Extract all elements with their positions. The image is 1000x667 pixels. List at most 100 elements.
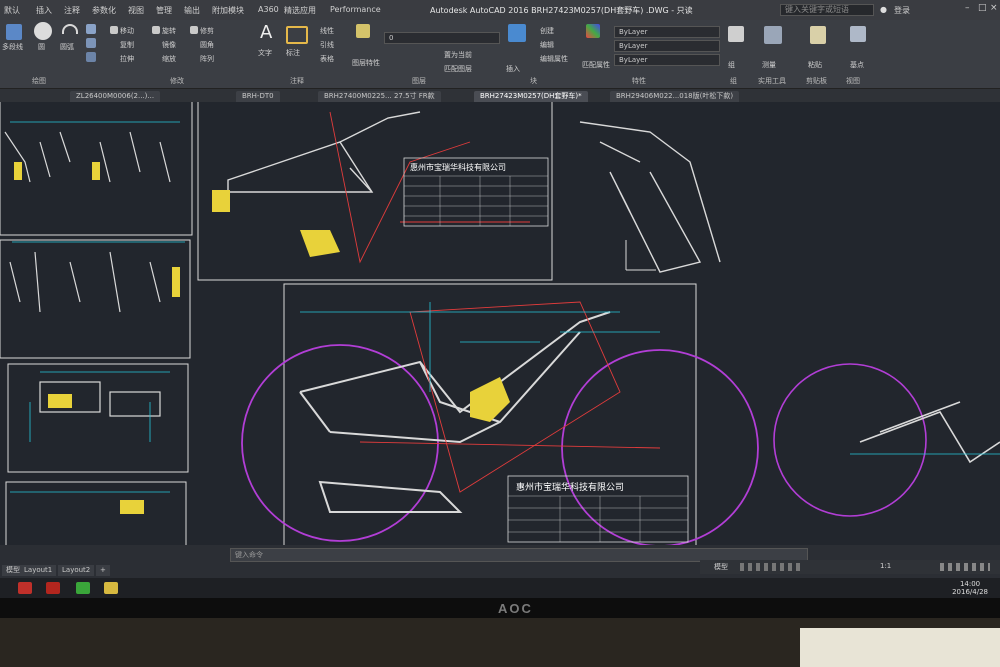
circle-icon[interactable]: [34, 22, 52, 40]
group-icon[interactable]: [728, 26, 744, 42]
clock-date: 2016/4/28: [952, 588, 988, 596]
group-draw: 绘图: [32, 77, 46, 85]
dimension-icon[interactable]: [286, 26, 308, 44]
status-model[interactable]: 模型: [714, 562, 728, 572]
layer-properties-icon[interactable]: [356, 24, 370, 38]
tab-layout1[interactable]: Layout1: [20, 565, 57, 576]
status-scale[interactable]: 1:1: [880, 562, 891, 570]
menu-addins[interactable]: 附加模块: [212, 5, 244, 16]
right-wheel-circle: [773, 363, 927, 517]
fillet-button[interactable]: 圆角: [200, 40, 214, 50]
menu-view[interactable]: 视图: [128, 5, 144, 16]
linetype-dropdown[interactable]: ByLayer: [614, 40, 720, 52]
match-layer-button[interactable]: 匹配图层: [444, 64, 472, 74]
lineweight-dropdown[interactable]: ByLayer: [614, 54, 720, 66]
main-red-lines: [359, 301, 661, 493]
edit-block-button[interactable]: 编辑: [540, 40, 554, 50]
text-icon[interactable]: A: [260, 22, 272, 43]
menu-a360[interactable]: A360: [258, 5, 279, 14]
doc-tab-2[interactable]: BRH-DT0: [236, 91, 280, 102]
copy-button[interactable]: 复制: [120, 40, 134, 50]
linear-button[interactable]: 线性: [320, 26, 334, 36]
document-tabs: ZL26400M0006(2...)... BRH-DT0 BRH27400M0…: [0, 89, 1000, 102]
menu-insert[interactable]: 插入: [36, 5, 52, 16]
status-tools-icon[interactable]: [940, 563, 990, 571]
layer-properties-label: 图层特性: [352, 59, 380, 67]
status-toggles-icon[interactable]: [740, 563, 800, 571]
login-link[interactable]: 登录: [894, 5, 910, 16]
title-block-top-grid: [404, 175, 548, 226]
sheet-frame-left-bottom: [7, 363, 189, 473]
clock-time: 14:00: [959, 580, 981, 588]
left-yellow-parts: [14, 162, 180, 514]
main-frame-drawing: [299, 311, 611, 513]
menu-manage[interactable]: 管理: [156, 5, 172, 16]
add-layout-icon[interactable]: +: [96, 565, 110, 576]
measure-icon[interactable]: [764, 26, 782, 44]
doc-tab-1[interactable]: ZL26400M0006(2...)...: [70, 91, 161, 102]
menu-featured[interactable]: 精选应用: [284, 5, 316, 16]
taskbar-autocad-icon[interactable]: [46, 582, 60, 594]
hatch-icon[interactable]: [86, 38, 96, 48]
table-button[interactable]: 表格: [320, 54, 334, 64]
dimension-label: 标注: [286, 49, 300, 57]
set-current-button[interactable]: 置为当前: [444, 50, 472, 60]
minimize-icon[interactable]: –: [965, 3, 970, 13]
leader-button[interactable]: 引线: [320, 40, 334, 50]
maximize-icon[interactable]: □: [978, 3, 987, 13]
polyline-icon[interactable]: [6, 24, 22, 40]
status-bar: 模型 1:1: [700, 560, 1000, 574]
group-utilities: 实用工具: [758, 77, 786, 85]
base-view-icon[interactable]: [850, 26, 866, 42]
user-icon[interactable]: ●: [880, 5, 887, 14]
doc-tab-4[interactable]: BRH27423M0257(DH套野车)*: [474, 91, 588, 102]
paste-icon[interactable]: [810, 26, 826, 44]
draw-tool-icon[interactable]: [86, 24, 96, 34]
doc-tab-3[interactable]: BRH27400M0225... 27.5寸 FR款: [318, 91, 441, 102]
circle-label: 圆: [38, 43, 45, 51]
menu-home[interactable]: 默认: [4, 5, 20, 16]
base-label: 基点: [850, 61, 864, 69]
doc-tab-5[interactable]: BRH29406M022...018版(叶松下款): [610, 91, 740, 102]
mirror-button[interactable]: 镜像: [162, 40, 176, 50]
top-right-parts-drawing: [579, 121, 721, 273]
taskbar-clock[interactable]: 14:00 2016/4/28: [952, 580, 988, 596]
drawing-canvas[interactable]: 惠州市宝瑞华科技有限公司 惠州市宝瑞华科技有限公司: [0, 99, 1000, 563]
match-properties-icon[interactable]: [586, 24, 600, 38]
menu-performance[interactable]: Performance: [330, 5, 381, 14]
scale-button[interactable]: 缩放: [162, 54, 176, 64]
arc-icon[interactable]: [62, 24, 78, 34]
polyline-label: 多段线: [2, 43, 23, 51]
menu-annotate[interactable]: 注释: [64, 5, 80, 16]
paper-on-desk: [800, 628, 1000, 667]
taskbar-app-red-icon[interactable]: [18, 582, 32, 594]
title-block-top-company: 惠州市宝瑞华科技有限公司: [410, 162, 506, 172]
top-red-lines: [329, 111, 530, 264]
sheet-frame-left-mid: [0, 239, 191, 359]
color-dropdown[interactable]: ByLayer: [614, 26, 720, 38]
drawing-svg: 惠州市宝瑞华科技有限公司 惠州市宝瑞华科技有限公司: [0, 99, 1000, 563]
edit-attribute-button[interactable]: 编辑属性: [540, 54, 568, 64]
group-block: 块: [530, 77, 537, 85]
taskbar-explorer-icon[interactable]: [104, 582, 118, 594]
stretch-button[interactable]: 拉伸: [120, 54, 134, 64]
trim-button[interactable]: 修剪: [200, 26, 214, 36]
taskbar-wechat-icon[interactable]: [76, 582, 90, 594]
layout-tabs: 模型 Layout1 Layout2 +: [0, 565, 260, 577]
rotate-button[interactable]: 旋转: [162, 26, 176, 36]
menu-parametric[interactable]: 参数化: [92, 5, 116, 16]
close-icon[interactable]: ×: [990, 3, 998, 13]
menu-output[interactable]: 输出: [184, 5, 200, 16]
tab-layout2[interactable]: Layout2: [58, 565, 95, 576]
create-block-button[interactable]: 创建: [540, 26, 554, 36]
array-button[interactable]: 阵列: [200, 54, 214, 64]
insert-block-icon[interactable]: [508, 24, 526, 42]
title-block-main-grid: [508, 495, 688, 542]
search-input[interactable]: 键入关键字或短语: [780, 4, 874, 16]
rotate-icon: [152, 26, 160, 34]
ribbon: 多段线 圆 圆弧 移动 旋转 修剪 复制 镜像 圆角 拉伸 缩放 阵列 A 文字: [0, 20, 1000, 89]
move-button[interactable]: 移动: [120, 26, 134, 36]
region-icon[interactable]: [86, 52, 96, 62]
layer-dropdown[interactable]: 0: [384, 32, 500, 44]
group-label: 组: [728, 61, 735, 69]
